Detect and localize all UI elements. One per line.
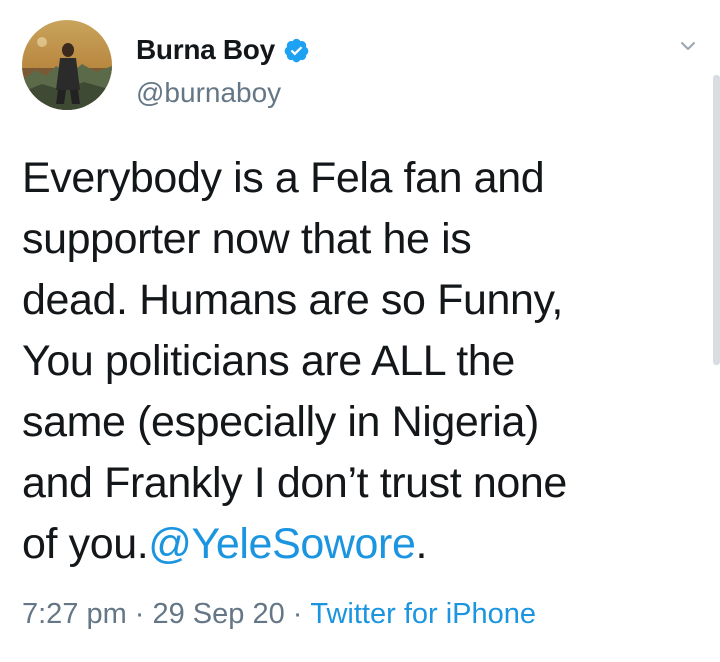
tweet-date[interactable]: 29 Sep 20 — [152, 598, 284, 630]
scrollbar[interactable] — [713, 75, 720, 365]
meta-separator: · — [134, 598, 145, 630]
avatar[interactable] — [22, 20, 112, 110]
tweet-text-body: Everybody is a Fela fan and supporter no… — [22, 154, 567, 568]
verified-badge-icon — [283, 37, 310, 64]
author-name-row: Burna Boy — [136, 32, 310, 68]
chevron-down-icon[interactable] — [678, 36, 698, 56]
tweet-time[interactable]: 7:27 pm — [22, 598, 127, 630]
tweet-text-end: . — [415, 520, 428, 568]
mention-link[interactable]: @YeleSowore — [148, 520, 416, 568]
author-handle[interactable]: @burnaboy — [136, 77, 281, 109]
meta-separator: · — [292, 598, 303, 630]
tweet-text: Everybody is a Fela fan and supporter no… — [22, 148, 702, 575]
tweet-source-link[interactable]: Twitter for iPhone — [310, 598, 536, 630]
tweet-card: Burna Boy @burnaboy Everybody is a Fela … — [0, 0, 720, 662]
author-display-name[interactable]: Burna Boy — [136, 34, 275, 66]
tweet-metadata: 7:27 pm · 29 Sep 20 · Twitter for iPhone — [22, 598, 536, 631]
avatar-image — [22, 20, 112, 110]
